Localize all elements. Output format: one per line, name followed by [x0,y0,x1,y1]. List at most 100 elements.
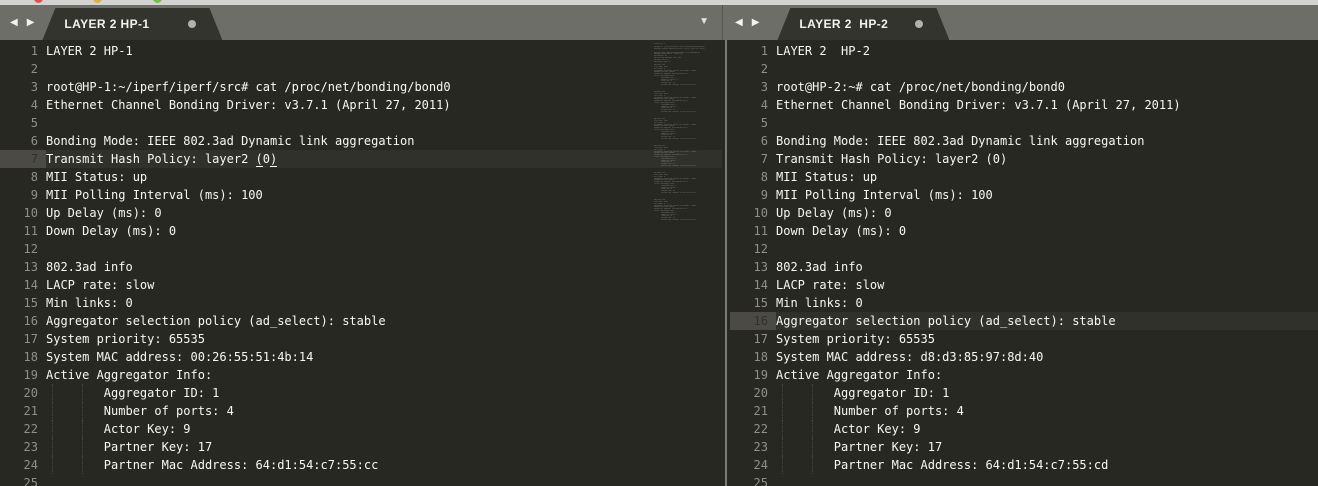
code-text[interactable] [776,474,1318,486]
code-text[interactable]: System MAC address: d8:d3:85:97:8d:40 [776,348,1318,366]
code-text[interactable]: Aggregator ID: 1 [46,384,722,402]
code-line[interactable]: 22 Actor Key: 9 [0,420,722,438]
line-number[interactable]: 11 [0,222,46,240]
code-line[interactable]: 14 LACP rate: slow [730,276,1318,294]
line-number[interactable]: 16 [730,312,776,330]
code-text[interactable]: Partner Mac Address: 64:d1:54:c7:55:cd [776,456,1318,474]
next-tab-icon[interactable]: ▶ [27,17,35,28]
line-number[interactable]: 2 [0,60,46,78]
code-line[interactable]: 5 [730,114,1318,132]
line-number[interactable]: 16 [0,312,46,330]
line-number[interactable]: 15 [730,294,776,312]
line-number[interactable]: 24 [730,456,776,474]
code-text[interactable]: Down Delay (ms): 0 [46,222,722,240]
code-text[interactable]: Min links: 0 [46,294,722,312]
line-number[interactable]: 20 [730,384,776,402]
code-line[interactable]: 10 Up Delay (ms): 0 [0,204,722,222]
code-text[interactable] [46,474,722,486]
code-text[interactable]: System priority: 65535 [776,330,1318,348]
code-text[interactable] [776,114,1318,132]
code-line[interactable]: 9 MII Polling Interval (ms): 100 [0,186,722,204]
code-text[interactable]: Actor Key: 9 [776,420,1318,438]
line-number[interactable]: 5 [730,114,776,132]
line-number[interactable]: 10 [730,204,776,222]
minimize-window-icon[interactable] [93,0,102,3]
line-number[interactable]: 22 [0,420,46,438]
code-line[interactable]: 4 Ethernet Channel Bonding Driver: v3.7.1… [0,96,722,114]
line-number[interactable]: 9 [0,186,46,204]
code-text[interactable]: Aggregator ID: 1 [776,384,1318,402]
code-text[interactable]: Bonding Mode: IEEE 802.3ad Dynamic link … [46,132,722,150]
code-text[interactable]: MII Polling Interval (ms): 100 [776,186,1318,204]
code-line[interactable]: 25 [730,474,1318,486]
line-number[interactable]: 13 [0,258,46,276]
code-line[interactable]: 19 Active Aggregator Info: [730,366,1318,384]
line-number[interactable]: 3 [730,78,776,96]
code-text[interactable] [776,240,1318,258]
code-line[interactable]: 1 LAYER 2 HP-2 [730,42,1318,60]
code-line[interactable]: 17 System priority: 65535 [730,330,1318,348]
code-line[interactable]: 2 [0,60,722,78]
line-number[interactable]: 2 [730,60,776,78]
line-number[interactable]: 20 [0,384,46,402]
code-line[interactable]: 24 Partner Mac Address: 64:d1:54:c7:55:c… [0,456,722,474]
line-number[interactable]: 18 [0,348,46,366]
line-number[interactable]: 25 [730,474,776,486]
minimap[interactable]: LAYER 2 HP-1 root@HP-1:~/iperf/iperf/src… [654,42,716,320]
code-line[interactable]: 17 System priority: 65535 [0,330,722,348]
line-number[interactable]: 23 [730,438,776,456]
tab-layer2-hp1[interactable]: LAYER 2 HP-1 [42,8,222,40]
line-number[interactable]: 3 [0,78,46,96]
code-line[interactable]: 15 Min links: 0 [730,294,1318,312]
code-text[interactable]: Partner Mac Address: 64:d1:54:c7:55:cc [46,456,722,474]
line-number[interactable]: 14 [0,276,46,294]
code-text[interactable]: Bonding Mode: IEEE 802.3ad Dynamic link … [776,132,1318,150]
line-number[interactable]: 14 [730,276,776,294]
next-tab-icon[interactable]: ▶ [752,17,760,28]
code-line[interactable]: 6 Bonding Mode: IEEE 802.3ad Dynamic link… [730,132,1318,150]
code-line[interactable]: 21 Number of ports: 4 [0,402,722,420]
code-text[interactable]: Partner Key: 17 [776,438,1318,456]
editor-hp-2[interactable]: 1 LAYER 2 HP-2 2 3 root@HP-2:~# cat /proc/ne… [730,40,1318,486]
line-number[interactable]: 18 [730,348,776,366]
code-text[interactable] [776,60,1318,78]
code-text[interactable]: Active Aggregator Info: [776,366,1318,384]
code-line[interactable]: 22 Actor Key: 9 [730,420,1318,438]
code-line[interactable]: 10 Up Delay (ms): 0 [730,204,1318,222]
code-text[interactable]: MII Status: up [776,168,1318,186]
code-text[interactable]: Partner Key: 17 [46,438,722,456]
line-number[interactable]: 12 [730,240,776,258]
code-line[interactable]: 12 [730,240,1318,258]
line-number[interactable]: 17 [730,330,776,348]
code-text[interactable] [46,240,722,258]
code-line[interactable]: 19 Active Aggregator Info: [0,366,722,384]
line-number[interactable]: 4 [730,96,776,114]
code-text[interactable]: Transmit Hash Policy: layer2 (0) [776,150,1318,168]
code-text[interactable]: root@HP-2:~# cat /proc/net/bonding/bond0 [776,78,1318,96]
code-line[interactable]: 7 Transmit Hash Policy: layer2 (0) [0,150,722,168]
line-number[interactable]: 19 [0,366,46,384]
code-line[interactable]: 3 root@HP-1:~/iperf/iperf/src# cat /proc/… [0,78,722,96]
code-line[interactable]: 25 [0,474,722,486]
code-text[interactable]: LAYER 2 HP-2 [776,42,1318,60]
code-text[interactable]: LAYER 2 HP-1 [46,42,722,60]
prev-tab-icon[interactable]: ◀ [10,17,18,28]
code-text[interactable]: Up Delay (ms): 0 [776,204,1318,222]
code-text[interactable]: MII Polling Interval (ms): 100 [46,186,722,204]
code-line[interactable]: 11 Down Delay (ms): 0 [0,222,722,240]
code-text[interactable]: System MAC address: 00:26:55:51:4b:14 [46,348,722,366]
code-line[interactable]: 16 Aggregator selection policy (ad_select… [0,312,722,330]
line-number[interactable]: 11 [730,222,776,240]
line-number[interactable]: 6 [0,132,46,150]
line-number[interactable]: 22 [730,420,776,438]
tab-overflow-menu-icon[interactable]: ▼ [699,16,709,27]
code-text[interactable] [46,114,722,132]
line-number[interactable]: 15 [0,294,46,312]
code-line[interactable]: 23 Partner Key: 17 [0,438,722,456]
line-number[interactable]: 9 [730,186,776,204]
code-text[interactable]: Active Aggregator Info: [46,366,722,384]
line-number[interactable]: 8 [730,168,776,186]
code-line[interactable]: 23 Partner Key: 17 [730,438,1318,456]
line-number[interactable]: 8 [0,168,46,186]
zoom-window-icon[interactable] [153,0,162,3]
